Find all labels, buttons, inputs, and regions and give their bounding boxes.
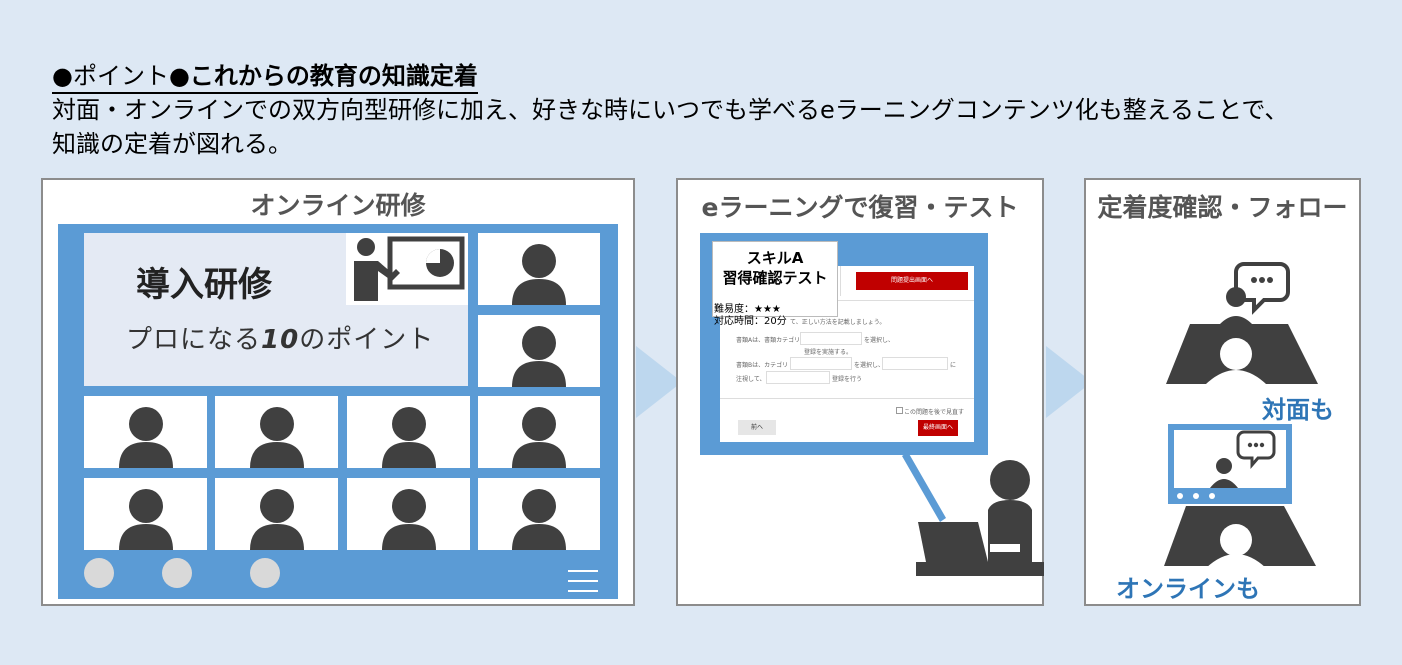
- participant-icon: [512, 489, 566, 550]
- participant-tile[interactable]: [215, 396, 338, 468]
- face-to-face-label: 対面も: [1262, 396, 1334, 424]
- online-participant-icon: [1164, 506, 1316, 568]
- participant-icon: [512, 244, 566, 305]
- description-line-2: 知識の定着が図れる。: [52, 130, 292, 158]
- tab-divider: [840, 266, 841, 296]
- participant-icon: [118, 489, 173, 550]
- participant-tile[interactable]: [215, 478, 338, 550]
- quiz-row1-select: を選択し、: [864, 337, 895, 344]
- quiz-row2-end: に: [950, 362, 957, 369]
- participant-icon: [512, 407, 566, 468]
- online-label: オンラインも: [1116, 575, 1260, 603]
- quiz-difficulty: 難易度：★★★: [714, 304, 781, 315]
- hamburger-icon[interactable]: [568, 568, 598, 594]
- slide-subtitle-number: 10: [261, 325, 300, 355]
- participant-icon: [118, 407, 173, 468]
- face-to-face-icon: [1166, 262, 1318, 384]
- point-title: これからの教育の知識定着: [189, 62, 478, 90]
- answer-field-2[interactable]: [790, 357, 852, 370]
- participant-tile[interactable]: [84, 396, 207, 468]
- quiz-instruction: て、正しい方法を記載しましょう。: [790, 319, 886, 326]
- presenter-icon: [346, 233, 468, 305]
- answer-field-4[interactable]: [766, 371, 830, 384]
- online-training-title: オンライン研修: [250, 191, 426, 220]
- slide-subtitle-suffix: のポイント: [299, 325, 435, 355]
- participant-icon: [249, 407, 304, 468]
- submit-screen-button[interactable]: 問題提出画面へ: [856, 272, 968, 290]
- quiz-meta: 難易度：★★★ 対応時間：20分: [714, 304, 787, 328]
- answer-field-3[interactable]: [882, 357, 948, 370]
- participant-tile[interactable]: [478, 478, 600, 550]
- learner-at-laptop-icon: [902, 452, 1044, 576]
- participant-icon: [381, 489, 436, 550]
- quiz-row1-end: 登録を実施する。: [804, 349, 853, 356]
- quiz-row1-text: 書類Aは、書類カテゴリ: [736, 337, 801, 344]
- answer-field-1[interactable]: [800, 332, 862, 345]
- elearning-title: eラーニングで復習・テスト: [701, 193, 1019, 222]
- slide-title: 導入研修: [136, 265, 272, 305]
- prev-button[interactable]: 前へ: [738, 420, 776, 435]
- description-line-1: 対面・オンラインでの双方向型研修に加え、好きな時にいつでも学べるeラーニングコン…: [52, 96, 1289, 124]
- final-screen-button[interactable]: 最終画面へ: [918, 420, 958, 436]
- follow-up-title: 定着度確認・フォロー: [1097, 193, 1348, 222]
- camera-control[interactable]: [162, 558, 192, 588]
- quiz-title-line2: 習得確認テスト: [722, 269, 828, 287]
- point-heading: ●ポイント●これからの教育の知識定着: [52, 60, 478, 94]
- review-checkbox[interactable]: [896, 407, 903, 414]
- quiz-bottom-divider: [720, 398, 974, 399]
- online-monitor-icon: [1168, 424, 1292, 504]
- participant-tile[interactable]: [478, 315, 600, 387]
- quiz-row2-select: を選択し、: [854, 362, 885, 369]
- quiz-row3-text: 注視して、: [736, 376, 766, 383]
- slide-subtitle-prefix: プロになる: [126, 325, 262, 355]
- participant-tile[interactable]: [84, 478, 207, 550]
- participant-tile[interactable]: [347, 396, 470, 468]
- review-checkbox-label: この問題を後で見直す: [904, 409, 965, 416]
- share-control[interactable]: [250, 558, 280, 588]
- participant-icon: [512, 326, 566, 387]
- quiz-row3-end: 登録を行う: [832, 376, 863, 383]
- mic-control[interactable]: [84, 558, 114, 588]
- participant-tile[interactable]: [478, 233, 600, 305]
- quiz-title-line1: スキルA: [746, 249, 804, 267]
- participant-tile[interactable]: [478, 396, 600, 468]
- participant-icon: [249, 489, 304, 550]
- quiz-row2-text: 書類Bは、カテゴリ: [736, 362, 789, 369]
- point-prefix: ●ポイント●: [52, 62, 190, 90]
- quiz-time: 対応時間：20分: [714, 316, 787, 327]
- participant-icon: [381, 407, 436, 468]
- slide-subtitle: プロになる10のポイント: [126, 319, 434, 356]
- participant-tile[interactable]: [347, 478, 470, 550]
